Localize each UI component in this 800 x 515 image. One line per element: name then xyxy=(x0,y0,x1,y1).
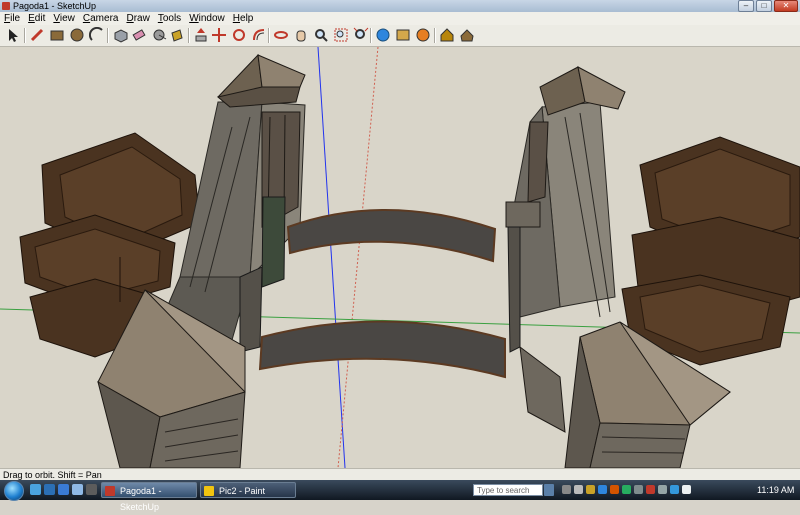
main-toolbar xyxy=(0,25,800,47)
arc-tool-icon[interactable] xyxy=(88,26,106,44)
network-icon[interactable] xyxy=(670,485,679,494)
paint-bucket-tool-icon[interactable] xyxy=(168,26,186,44)
tray-icon[interactable] xyxy=(646,485,655,494)
left-top-tower xyxy=(216,53,306,108)
tray-icon[interactable] xyxy=(574,485,583,494)
media-player-icon[interactable] xyxy=(58,484,69,495)
toolbar-separator xyxy=(188,28,190,43)
rotate-tool-icon[interactable] xyxy=(230,26,248,44)
show-desktop-icon[interactable] xyxy=(30,484,41,495)
line-tool-icon[interactable] xyxy=(28,26,46,44)
sketchup-app-icon xyxy=(2,2,10,10)
toolbar-separator xyxy=(268,28,270,43)
tray-icon[interactable] xyxy=(610,485,619,494)
taskbar-clock[interactable]: 11:19 AM xyxy=(757,480,794,500)
taskbar-item-paint[interactable]: Pic2 - Paint xyxy=(200,482,296,498)
window-controls: – □ ✕ xyxy=(736,0,798,12)
pan-tool-icon[interactable] xyxy=(292,26,310,44)
windows-taskbar: Pagoda1 - SketchUp Pic2 - Paint Type to … xyxy=(0,480,800,512)
blue-axis xyxy=(317,47,346,468)
toolbar-separator xyxy=(24,28,26,43)
search-input[interactable]: Type to search xyxy=(473,484,543,496)
orbit-tool-icon[interactable] xyxy=(272,26,290,44)
model-viewport[interactable] xyxy=(0,47,800,468)
red-axis xyxy=(337,47,379,468)
lower-bridge xyxy=(258,320,506,379)
warehouse-icon[interactable] xyxy=(458,26,476,44)
start-button[interactable] xyxy=(4,481,24,501)
select-tool-icon[interactable] xyxy=(4,26,22,44)
quicklaunch-more-icon[interactable] xyxy=(86,484,97,495)
share-model-icon[interactable] xyxy=(438,26,456,44)
zoom-window-tool-icon[interactable] xyxy=(332,26,350,44)
window-title: Pagoda1 - SketchUp xyxy=(13,1,97,11)
zoom-extents-tool-icon[interactable] xyxy=(352,26,370,44)
menu-window[interactable]: Window xyxy=(185,12,229,25)
menu-help[interactable]: Help xyxy=(229,12,258,25)
menu-view[interactable]: View xyxy=(49,12,79,25)
tray-icon[interactable] xyxy=(634,485,643,494)
volume-icon[interactable] xyxy=(682,485,691,494)
internet-explorer-icon[interactable] xyxy=(44,484,55,495)
tape-measure-tool-icon[interactable] xyxy=(150,26,168,44)
sketchup-task-icon xyxy=(105,486,115,496)
taskbar-item-sketchup[interactable]: Pagoda1 - SketchUp xyxy=(101,482,197,512)
switch-windows-icon[interactable] xyxy=(72,484,83,495)
minimize-button[interactable]: – xyxy=(738,0,754,12)
eraser-tool-icon[interactable] xyxy=(130,26,148,44)
toolbar-separator xyxy=(370,28,372,43)
model-scene xyxy=(0,47,800,468)
previous-view-icon[interactable] xyxy=(374,26,392,44)
right-pagoda xyxy=(621,136,800,366)
title-bar: Pagoda1 - SketchUp – □ ✕ xyxy=(0,0,800,12)
make-component-tool-icon[interactable] xyxy=(112,26,130,44)
toolbar-separator xyxy=(107,28,109,43)
offset-tool-icon[interactable] xyxy=(250,26,268,44)
push-pull-tool-icon[interactable] xyxy=(192,26,210,44)
tray-icon[interactable] xyxy=(658,485,667,494)
tray-icon[interactable] xyxy=(622,485,631,494)
circle-tool-icon[interactable] xyxy=(68,26,86,44)
tray-icon[interactable] xyxy=(586,485,595,494)
status-text: Drag to orbit. Shift = Pan xyxy=(3,470,102,480)
zoom-tool-icon[interactable] xyxy=(312,26,330,44)
toolbar-separator xyxy=(434,28,436,43)
menu-tools[interactable]: Tools xyxy=(154,12,185,25)
close-button[interactable]: ✕ xyxy=(774,0,798,12)
menu-bar: File Edit View Camera Draw Tools Window … xyxy=(0,12,800,25)
menu-draw[interactable]: Draw xyxy=(122,12,153,25)
menu-edit[interactable]: Edit xyxy=(24,12,49,25)
menu-file[interactable]: File xyxy=(0,12,24,25)
search-icon[interactable] xyxy=(544,484,554,496)
move-tool-icon[interactable] xyxy=(210,26,228,44)
tray-icon[interactable] xyxy=(598,485,607,494)
menu-camera[interactable]: Camera xyxy=(79,12,123,25)
maximize-button[interactable]: □ xyxy=(756,0,772,12)
rectangle-tool-icon[interactable] xyxy=(48,26,66,44)
paint-task-icon xyxy=(204,486,214,496)
get-models-icon[interactable] xyxy=(414,26,432,44)
upper-bridge xyxy=(286,209,497,263)
next-view-icon[interactable] xyxy=(394,26,412,44)
tray-icon[interactable] xyxy=(562,485,571,494)
system-tray xyxy=(562,483,694,494)
